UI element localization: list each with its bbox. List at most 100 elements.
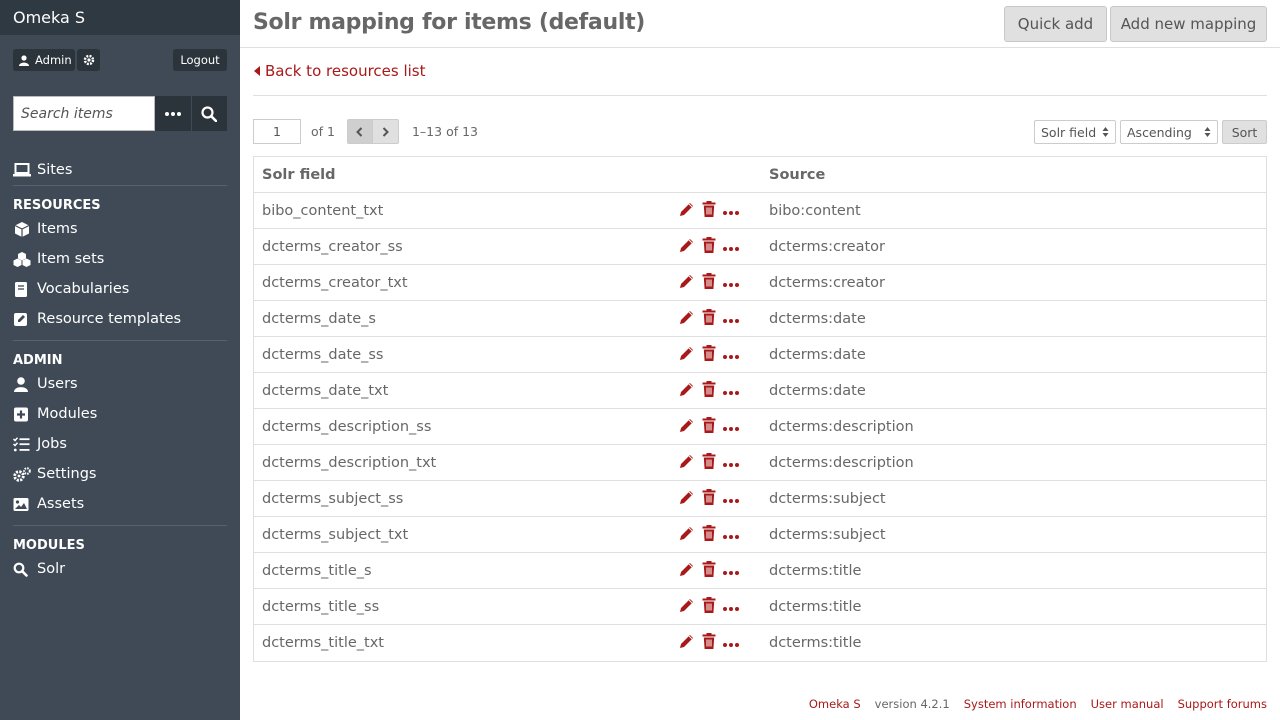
edit-button[interactable] [679, 201, 695, 221]
ellipsis-icon [723, 354, 739, 359]
delete-button[interactable] [702, 488, 716, 509]
delete-button[interactable] [702, 344, 716, 365]
sidebar-item-label: Modules [37, 406, 98, 422]
edit-button[interactable] [679, 417, 695, 437]
solr-field-name[interactable]: dcterms_title_s [262, 563, 679, 579]
sidebar-item-solr[interactable]: Solr [13, 554, 227, 584]
solr-field-name[interactable]: dcterms_subject_ss [262, 491, 679, 507]
edit-button[interactable] [679, 237, 695, 257]
sidebar-item-items[interactable]: Items [13, 214, 227, 244]
logout-button[interactable]: Logout [173, 49, 227, 71]
nav-section-resources: RESOURCES Items Item sets Vocabularies R… [13, 196, 227, 341]
next-page-button[interactable] [372, 119, 399, 144]
more-actions-button[interactable] [723, 203, 739, 219]
delete-button[interactable] [702, 633, 716, 653]
more-actions-button[interactable] [723, 455, 739, 471]
more-actions-button[interactable] [723, 275, 739, 291]
table-row: dcterms_date_txt dcterms:date [254, 373, 1266, 409]
search-icon [13, 562, 28, 577]
delete-button[interactable] [702, 272, 716, 293]
back-link-label: Back to resources list [265, 62, 426, 80]
solr-field-name[interactable]: dcterms_description_txt [262, 455, 679, 471]
system-information-link[interactable]: System information [964, 697, 1077, 711]
delete-button[interactable] [702, 308, 716, 329]
user-manual-link[interactable]: User manual [1091, 697, 1164, 711]
edit-button[interactable] [679, 309, 695, 329]
more-actions-button[interactable] [723, 599, 739, 615]
sidebar: Omeka S Admin Logout Sites RESOURCES [0, 0, 240, 720]
edit-button[interactable] [679, 525, 695, 545]
more-actions-button[interactable] [723, 239, 739, 255]
search-submit-button[interactable] [191, 96, 227, 131]
delete-button[interactable] [702, 416, 716, 437]
sidebar-item-resource-templates[interactable]: Resource templates [13, 304, 227, 334]
column-header-solr-field[interactable]: Solr field [254, 167, 679, 183]
more-actions-button[interactable] [723, 311, 739, 327]
sort-field-select[interactable]: Solr field [1034, 120, 1116, 144]
solr-field-name[interactable]: dcterms_description_ss [262, 419, 679, 435]
previous-page-button[interactable] [346, 119, 373, 144]
more-actions-button[interactable] [723, 635, 739, 651]
edit-button[interactable] [679, 489, 695, 509]
sidebar-item-settings[interactable]: Settings [13, 459, 227, 489]
edit-button[interactable] [679, 561, 695, 581]
table-row: dcterms_date_ss dcterms:date [254, 337, 1266, 373]
page-number-input[interactable]: 1 [253, 119, 301, 144]
sidebar-item-users[interactable]: Users [13, 369, 227, 399]
solr-field-name[interactable]: dcterms_date_s [262, 311, 679, 327]
delete-button[interactable] [702, 524, 716, 545]
delete-button[interactable] [702, 452, 716, 473]
more-actions-button[interactable] [723, 563, 739, 579]
delete-button[interactable] [702, 380, 716, 401]
user-settings-button[interactable] [77, 49, 100, 71]
more-actions-button[interactable] [723, 347, 739, 363]
user-icon [14, 376, 28, 392]
sidebar-item-vocabularies[interactable]: Vocabularies [13, 274, 227, 304]
user-profile-link[interactable]: Admin [13, 49, 75, 71]
sidebar-item-sites[interactable]: Sites [13, 155, 227, 185]
delete-button[interactable] [702, 560, 716, 581]
delete-button[interactable] [702, 236, 716, 257]
sidebar-item-item-sets[interactable]: Item sets [13, 244, 227, 274]
brand-logo[interactable]: Omeka S [0, 0, 240, 35]
edit-button[interactable] [679, 597, 695, 617]
delete-button[interactable] [702, 596, 716, 617]
tasks-icon [13, 436, 30, 451]
solr-field-name[interactable]: bibo_content_txt [262, 203, 679, 219]
more-actions-button[interactable] [723, 383, 739, 399]
edit-button[interactable] [679, 273, 695, 293]
back-to-resources-link[interactable]: Back to resources list [254, 62, 426, 80]
solr-field-name[interactable]: dcterms_creator_ss [262, 239, 679, 255]
column-header-source[interactable]: Source [768, 167, 825, 183]
source-cell: dcterms:date [769, 310, 866, 327]
quick-add-button[interactable]: Quick add [1004, 6, 1107, 42]
delete-button[interactable] [702, 200, 716, 221]
trash-icon [702, 560, 716, 577]
sidebar-item-jobs[interactable]: Jobs [13, 429, 227, 459]
edit-button[interactable] [679, 345, 695, 365]
advanced-search-button[interactable] [155, 96, 191, 131]
solr-field-cell: dcterms_date_ss [254, 347, 679, 363]
edit-button[interactable] [679, 381, 695, 401]
sort-order-select[interactable]: Ascending [1120, 120, 1218, 144]
solr-field-cell: dcterms_title_txt [254, 635, 679, 651]
solr-field-name[interactable]: dcterms_title_ss [262, 599, 679, 615]
solr-field-name[interactable]: dcterms_date_ss [262, 347, 679, 363]
more-actions-button[interactable] [723, 527, 739, 543]
sidebar-item-modules[interactable]: Modules [13, 399, 227, 429]
solr-field-name[interactable]: dcterms_date_txt [262, 383, 679, 399]
footer-version: version 4.2.1 [874, 697, 950, 711]
add-new-mapping-button[interactable]: Add new mapping [1110, 6, 1267, 42]
more-actions-button[interactable] [723, 491, 739, 507]
more-actions-button[interactable] [723, 419, 739, 435]
sort-button[interactable]: Sort [1222, 120, 1267, 144]
sidebar-item-assets[interactable]: Assets [13, 489, 227, 519]
edit-button[interactable] [679, 633, 695, 653]
solr-field-name[interactable]: dcterms_creator_txt [262, 275, 679, 291]
search-input[interactable] [13, 96, 155, 131]
edit-button[interactable] [679, 453, 695, 473]
solr-field-name[interactable]: dcterms_subject_txt [262, 527, 679, 543]
support-forums-link[interactable]: Support forums [1178, 697, 1267, 711]
solr-field-name[interactable]: dcterms_title_txt [262, 635, 679, 651]
footer-brand-link[interactable]: Omeka S [809, 697, 861, 711]
